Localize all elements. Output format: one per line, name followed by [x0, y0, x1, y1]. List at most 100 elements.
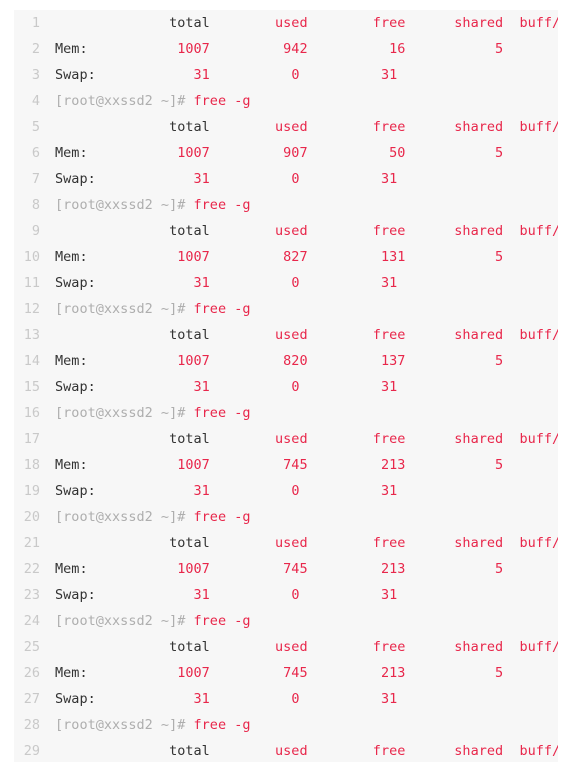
line-number: 27	[23, 691, 40, 707]
code-token: Swap:	[55, 483, 96, 499]
code-token: 213	[380, 665, 406, 681]
code-line: 6 Mem: 1007 907 50 5 49 48	[14, 140, 558, 166]
code-token: 1007	[177, 457, 210, 473]
code-token: free	[193, 93, 227, 109]
code-token: 31	[193, 379, 210, 395]
code-token: free	[193, 301, 227, 317]
line-number: 20	[23, 509, 40, 525]
code-token: shared	[454, 223, 504, 239]
code-token: 942	[283, 41, 308, 57]
code-token: -g	[234, 197, 251, 213]
code-line-content: total used free shared buff/cache availa…	[55, 218, 558, 244]
code-token: shared	[454, 119, 504, 135]
code-token: 31	[380, 587, 398, 603]
code-token: shared	[454, 431, 504, 447]
code-token: free	[372, 431, 406, 447]
code-token: Swap:	[55, 379, 96, 395]
code-line: 1 total used free shared buff/cache avai…	[14, 10, 558, 36]
code-token: -g	[234, 509, 251, 525]
code-token: shared	[454, 15, 504, 31]
code-line-content: [root@xxssd2 ~]# free -g	[55, 192, 251, 218]
code-line-content: [root@xxssd2 ~]# free -g	[55, 608, 251, 634]
code-token: total	[169, 639, 210, 655]
code-token: -g	[234, 613, 251, 629]
code-token: -g	[234, 717, 251, 733]
line-number: 1	[31, 15, 40, 31]
code-token: buff/cache	[519, 327, 558, 343]
code-line-content: total used free shared buff/cache availa…	[55, 738, 558, 762]
code-line: 4 [root@xxssd2 ~]# free -g	[14, 88, 558, 114]
line-number: 8	[31, 197, 40, 213]
code-token: 50	[389, 145, 406, 161]
line-number: 29	[23, 743, 40, 759]
code-token: 5	[495, 457, 504, 473]
code-line-content: Swap: 31 0 31	[55, 478, 397, 504]
line-number: 15	[23, 379, 40, 395]
code-token: Mem:	[55, 457, 88, 473]
code-line: 23 Swap: 31 0 31	[14, 582, 558, 608]
line-number: 10	[23, 249, 40, 265]
code-token: Swap:	[55, 67, 96, 83]
code-token: total	[169, 327, 210, 343]
code-token: free	[372, 535, 406, 551]
code-line-content: total used free shared buff/cache availa…	[55, 530, 558, 556]
code-token: free	[193, 509, 227, 525]
code-line-content: total used free shared buff/cache availa…	[55, 426, 558, 452]
code-line-content: total used free shared buff/cache availa…	[55, 322, 558, 348]
code-token: Swap:	[55, 691, 96, 707]
code-token: 131	[380, 249, 406, 265]
code-line-content: total used free shared buff/cache availa…	[55, 634, 558, 660]
line-number: 11	[23, 275, 40, 291]
code-token: shared	[454, 327, 504, 343]
code-block[interactable]: 1 total used free shared buff/cache avai…	[14, 10, 558, 762]
code-token: total	[169, 119, 210, 135]
code-token: 1007	[177, 249, 210, 265]
code-line-content: [root@xxssd2 ~]# free -g	[55, 296, 251, 322]
code-line: 27 Swap: 31 0 31	[14, 686, 558, 712]
code-token: 5	[495, 561, 504, 577]
code-token: 31	[380, 67, 398, 83]
code-token: 31	[380, 275, 398, 291]
code-line-content: total used free shared buff/cache availa…	[55, 114, 558, 140]
code-token: [root@xxssd2 ~]#	[55, 301, 194, 317]
line-number: 18	[23, 457, 40, 473]
